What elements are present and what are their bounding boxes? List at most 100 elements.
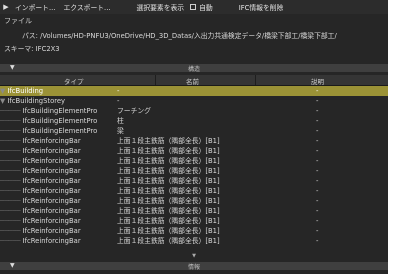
tree-row-name: 上面１段主鉄筋（隅部全長）[B1] [117, 207, 220, 215]
path-value: /Volumes/HD-PNFU3/OneDrive/HD_3D_Datas/入… [40, 32, 337, 40]
tree-row-name: 上面１段主鉄筋（隅部全長）[B1] [117, 237, 220, 245]
tree-row[interactable]: ┈┈┈┈┈ IfcReinforcingBar 上面１段主鉄筋（隅部全長）[B1]… [0, 236, 388, 246]
tree-connector: ┈┈┈┈┈ [0, 207, 23, 215]
tree-row-name: 上面１段主鉄筋（隅部全長）[B1] [117, 227, 220, 235]
tree-row-description: - [316, 107, 319, 115]
tree-row-type-label: IfcReinforcingBar [22, 147, 81, 155]
tree-connector: ┈┈┈┈┈ [0, 237, 23, 245]
tree-row-description: - [316, 157, 319, 165]
tree-row[interactable]: ┈┈┈┈┈ IfcReinforcingBar 上面１段主鉄筋（隅部全長）[B1]… [0, 166, 388, 176]
export-button[interactable]: エクスポート... [59, 2, 114, 12]
schema-label: スキーマ: [4, 45, 34, 53]
tree-row[interactable]: ▼ IfcBuilding - - [0, 86, 388, 96]
tree-row-type-label: IfcReinforcingBar [22, 227, 81, 235]
tree-row-type-label: IfcReinforcingBar [22, 197, 81, 205]
auto-checkbox[interactable] [190, 4, 197, 10]
tree-row-description: - [316, 237, 319, 245]
tree-connector: ┈┈┈┈┈ [0, 197, 23, 205]
tree-connector: ┈┈┈┈┈ [0, 147, 23, 155]
column-header-name[interactable]: 名前 [186, 76, 199, 86]
tree-row-description: - [316, 97, 319, 105]
auto-label: 自動 [199, 4, 213, 12]
tree-row[interactable]: ┈┈┈┈┈ IfcReinforcingBar 上面１段主鉄筋（隅部全長）[B1]… [0, 206, 388, 216]
tree-row-description: - [316, 167, 319, 175]
toolbar: ▶ インポート... エクスポート... 選択要素を表示 自動 IFC情報を削除 [0, 0, 388, 14]
import-button[interactable]: インポート... [11, 2, 59, 12]
tree-row-description: - [316, 117, 319, 125]
delete-ifc-button[interactable]: IFC情報を削除 [235, 2, 288, 12]
schema-value: IFC2X3 [35, 45, 60, 53]
tree-row[interactable]: ┈┈┈┈┈ IfcReinforcingBar 上面１段主鉄筋（隅部全長）[B1]… [0, 226, 388, 236]
tree-row-type-label: IfcReinforcingBar [22, 237, 81, 245]
tree-connector: ┈┈┈┈┈ [0, 217, 23, 225]
tree-row-name: 上面１段主鉄筋（隅部全長）[B1] [117, 137, 220, 145]
tree-row-type-label: IfcReinforcingBar [22, 157, 81, 165]
info-section-bar[interactable]: ▼ 情報 [0, 262, 388, 271]
tree-row[interactable]: ┈┈┈┈┈ IfcReinforcingBar 上面１段主鉄筋（隅部全長）[B1]… [0, 186, 388, 196]
tree-row-type-label: IfcReinforcingBar [22, 167, 81, 175]
table-header: タイプ 名前 説明 [0, 75, 388, 86]
tree-row-name: - [117, 87, 120, 95]
structure-section-title: 構造 [187, 66, 200, 73]
tree-connector: ┈┈┈┈┈ [0, 157, 23, 165]
column-divider[interactable] [155, 75, 156, 85]
structure-tree: ▼ IfcBuilding - - ▼ IfcBuildingStorey - - ┈┈… [0, 86, 388, 246]
column-divider[interactable] [255, 75, 256, 85]
tree-row-name: 上面１段主鉄筋（隅部全長）[B1] [117, 197, 220, 205]
tree-row[interactable]: ┈┈┈┈┈ IfcReinforcingBar 上面１段主鉄筋（隅部全長）[B1]… [0, 136, 388, 146]
show-selected-button[interactable]: 選択要素を表示 [133, 2, 189, 12]
tree-row-name: 柱 [117, 117, 124, 125]
tree-row-name: 上面１段主鉄筋（隅部全長）[B1] [117, 167, 220, 175]
structure-section-bar[interactable]: ▼ 構造 [0, 64, 388, 73]
tree-connector: ┈┈┈┈┈ [0, 137, 23, 145]
tree-row-type-label: IfcReinforcingBar [22, 137, 81, 145]
info-section-title: 情報 [187, 264, 200, 271]
tree-row[interactable]: ┈┈┈┈┈ IfcBuildingElementPro 梁 - [0, 126, 388, 136]
tree-row[interactable]: ┈┈┈┈┈ IfcReinforcingBar 上面１段主鉄筋（隅部全長）[B1]… [0, 196, 388, 206]
tree-connector: ┈┈┈┈┈ [0, 177, 23, 185]
tree-row-description: - [316, 127, 319, 135]
tree-row-name: 上面１段主鉄筋（隅部全長）[B1] [117, 147, 220, 155]
tree-connector: ┈┈┈┈┈ [0, 187, 23, 195]
path-row: パス: /Volumes/HD-PNFU3/OneDrive/HD_3D_Dat… [22, 30, 337, 40]
tree-row-description: - [316, 137, 319, 145]
tree-row[interactable]: ▼ IfcBuildingStorey - - [0, 96, 388, 106]
tree-row-name: 上面１段主鉄筋（隅部全長）[B1] [117, 177, 220, 185]
column-header-description[interactable]: 説明 [311, 76, 324, 86]
ifc-panel: ▶ インポート... エクスポート... 選択要素を表示 自動 IFC情報を削除… [0, 0, 388, 274]
tree-row-description: - [316, 197, 319, 205]
tree-row[interactable]: ┈┈┈┈┈ IfcBuildingElementPro 柱 - [0, 116, 388, 126]
tree-row-type-label: IfcReinforcingBar [22, 207, 81, 215]
scroll-down-icon[interactable]: ▼ [0, 253, 388, 259]
tree-connector: ┈┈┈┈┈ [0, 127, 23, 135]
tree-row-type-label: IfcBuildingElementPro [22, 127, 98, 135]
column-header-type[interactable]: タイプ [64, 76, 84, 86]
tree-row-name: - [117, 97, 120, 105]
tree-row-description: - [316, 217, 319, 225]
tree-row-description: - [316, 207, 319, 215]
tree-row-description: - [316, 147, 319, 155]
tree-row-name: フーチング [117, 107, 151, 115]
tree-row-name: 梁 [117, 127, 124, 135]
tree-row[interactable]: ┈┈┈┈┈ IfcReinforcingBar 上面１段主鉄筋（隅部全長）[B1]… [0, 146, 388, 156]
play-icon[interactable]: ▶ [1, 3, 11, 11]
tree-row-type-label: IfcBuildingElementPro [22, 107, 98, 115]
tree-connector: ┈┈┈┈┈ [0, 167, 23, 175]
tree-row-type-label: IfcReinforcingBar [22, 217, 81, 225]
tree-row[interactable]: ┈┈┈┈┈ IfcReinforcingBar 上面１段主鉄筋（隅部全長）[B1]… [0, 216, 388, 226]
tree-connector: ┈┈┈┈┈ [0, 117, 23, 125]
tree-row[interactable]: ┈┈┈┈┈ IfcReinforcingBar 上面１段主鉄筋（隅部全長）[B1]… [0, 176, 388, 186]
tree-row-description: - [316, 187, 319, 195]
tree-row[interactable]: ┈┈┈┈┈ IfcReinforcingBar 上面１段主鉄筋（隅部全長）[B1]… [0, 156, 388, 166]
tree-row-type-label: IfcReinforcingBar [22, 187, 81, 195]
tree-row[interactable]: ┈┈┈┈┈ IfcBuildingElementPro フーチング - [0, 106, 388, 116]
path-label: パス: [22, 32, 38, 40]
file-section-label: ファイル [4, 17, 32, 25]
tree-row-name: 上面１段主鉄筋（隅部全長）[B1] [117, 157, 220, 165]
tree-connector: ┈┈┈┈┈ [0, 107, 23, 115]
tree-row-description: - [316, 227, 319, 235]
tree-row-name: 上面１段主鉄筋（隅部全長）[B1] [117, 187, 220, 195]
tree-row-type-label: IfcBuilding [7, 87, 44, 95]
tree-row-description: - [316, 87, 319, 95]
tree-row-type-label: IfcReinforcingBar [22, 177, 81, 185]
